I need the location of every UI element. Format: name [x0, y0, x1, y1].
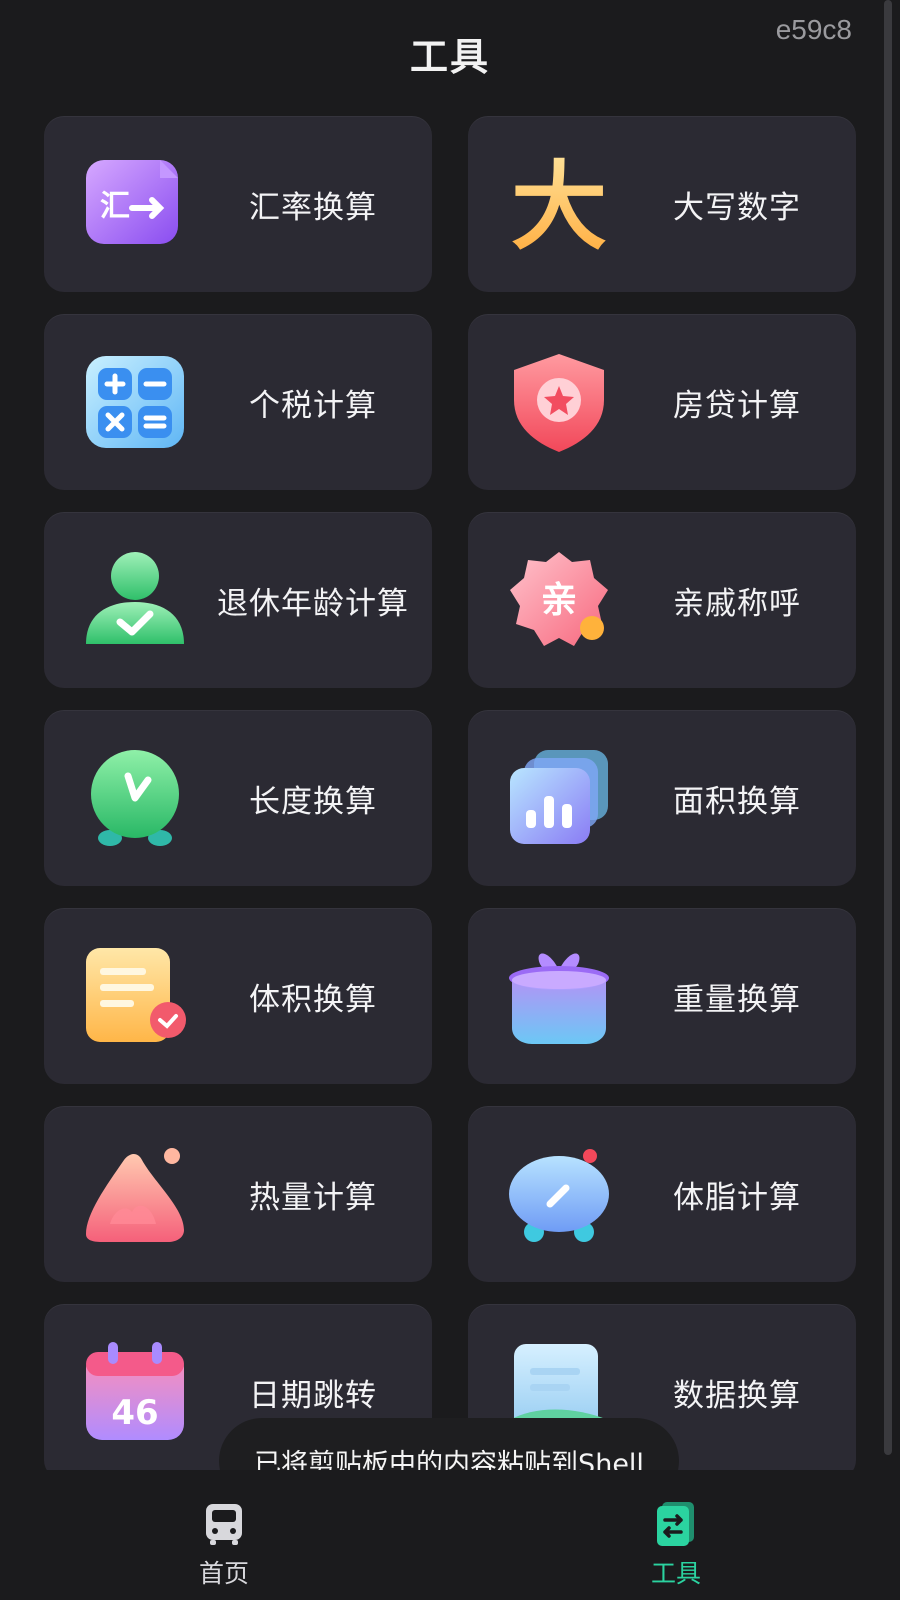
relative-badge-icon: 亲 [504, 548, 614, 652]
tools-grid: 汇 汇率换算 大 大写数字 个税计算 房贷计算 退休年龄计算 亲 亲戚称呼 长度… [44, 116, 856, 1480]
tool-card-relative-titles[interactable]: 亲 亲戚称呼 [468, 512, 856, 688]
tool-label: 房贷计算 [673, 387, 801, 424]
gift-box-icon [504, 944, 614, 1048]
tool-card-body-fat[interactable]: 体脂计算 [468, 1106, 856, 1282]
tool-label: 汇率换算 [249, 189, 377, 226]
tools-swap-icon [657, 1502, 694, 1546]
nav-home-label: 首页 [198, 1559, 249, 1588]
currency-exchange-icon: 汇 [80, 152, 190, 256]
tool-label: 大写数字 [673, 189, 801, 226]
relative-character: 亲 [541, 580, 577, 621]
calendar-icon: 46 [80, 1340, 190, 1444]
tool-card-volume[interactable]: 体积换算 [44, 908, 432, 1084]
tool-label: 亲戚称呼 [673, 585, 801, 622]
tool-card-area[interactable]: 面积换算 [468, 710, 856, 886]
tool-card-retirement-age[interactable]: 退休年龄计算 [44, 512, 432, 688]
nav-home[interactable]: 首页 [164, 1500, 284, 1600]
shield-star-icon [504, 350, 614, 454]
tools-screen: 工具 e59c8 汇 汇率换算 大 大写数字 个税计算 房贷计算 退休年龄计算 … [0, 0, 900, 1600]
tool-card-weight[interactable]: 重量换算 [468, 908, 856, 1084]
tool-label: 体积换算 [249, 981, 377, 1018]
tool-card-uppercase-numbers[interactable]: 大 大写数字 [468, 116, 856, 292]
big-character-icon: 大 [504, 152, 614, 256]
chart-cards-icon [504, 746, 614, 850]
nav-tools-label: 工具 [650, 1559, 701, 1588]
tool-card-mortgage[interactable]: 房贷计算 [468, 314, 856, 490]
big-character-glyph: 大 [511, 152, 607, 256]
tool-label: 个税计算 [249, 387, 377, 424]
tool-label: 面积换算 [673, 783, 801, 820]
header: 工具 e59c8 [0, 0, 900, 100]
svg-text:汇: 汇 [100, 189, 130, 224]
device-code: e59c8 [775, 14, 852, 45]
tool-card-calories[interactable]: 热量计算 [44, 1106, 432, 1282]
scale-icon [504, 1142, 614, 1246]
nav-tools[interactable]: 工具 [616, 1500, 736, 1600]
bottom-nav: 首页 工具 [0, 1470, 900, 1600]
tool-card-income-tax[interactable]: 个税计算 [44, 314, 432, 490]
person-check-icon [80, 548, 190, 652]
tool-card-length[interactable]: 长度换算 [44, 710, 432, 886]
clock-icon [80, 746, 190, 850]
tool-label: 热量计算 [249, 1179, 377, 1216]
flame-mountain-icon [80, 1142, 190, 1246]
calendar-number: 46 [111, 1393, 158, 1433]
calculator-icon [80, 350, 190, 454]
scrollbar[interactable] [884, 0, 892, 1455]
home-bus-icon [206, 1504, 242, 1545]
tool-label: 长度换算 [249, 783, 377, 820]
page-title: 工具 [409, 35, 490, 79]
document-badge-icon [80, 944, 190, 1048]
tool-card-currency-exchange[interactable]: 汇 汇率换算 [44, 116, 432, 292]
tool-label: 退休年龄计算 [217, 585, 409, 622]
tool-label: 重量换算 [673, 981, 801, 1018]
tool-label: 体脂计算 [673, 1179, 801, 1216]
